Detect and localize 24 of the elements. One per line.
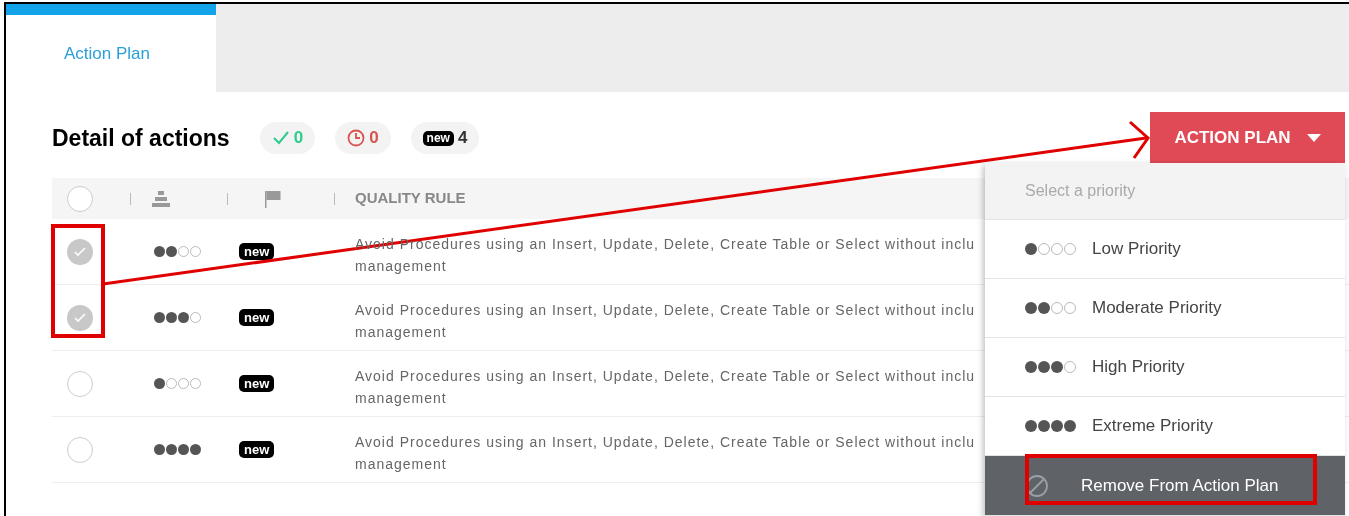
new-count: 4 [457,127,468,150]
remove-option[interactable]: Remove From Action Plan [985,456,1345,516]
rule-text: management [355,256,448,276]
priority-option[interactable]: Moderate Priority [985,279,1345,338]
new-badge: new [239,375,275,392]
rule-text: management [355,388,448,408]
rule-text: Avoid Procedures using an Insert, Update, Delete, Create Table or Select without inclu [355,366,976,386]
pending-counter: 0 [335,122,391,154]
rule-text: management [355,322,448,342]
priority-option[interactable]: High Priority [985,338,1345,397]
priority-option[interactable]: Low Priority [985,220,1345,279]
section-heading: Detail of actions [52,123,230,153]
rule-text: management [355,454,448,474]
rule-text: Avoid Procedures using an Insert, Update, Delete, Create Table or Select without inclu [355,432,976,452]
new-badge: new [422,130,454,146]
done-counter: 0 [259,122,316,154]
new-badge: new [239,309,275,326]
priority-option[interactable]: Extreme Priority [985,397,1345,456]
new-badge: new [239,441,275,458]
rule-text: Avoid Procedures using an Insert, Update, Delete, Create Table or Select without inclu [355,300,976,320]
action-plan-button[interactable]: ACTION PLAN [1150,112,1345,164]
new-badge: new [239,243,275,260]
column-header: QUALITY RULE [355,188,466,209]
menu-title: Select a priority [985,163,1345,220]
